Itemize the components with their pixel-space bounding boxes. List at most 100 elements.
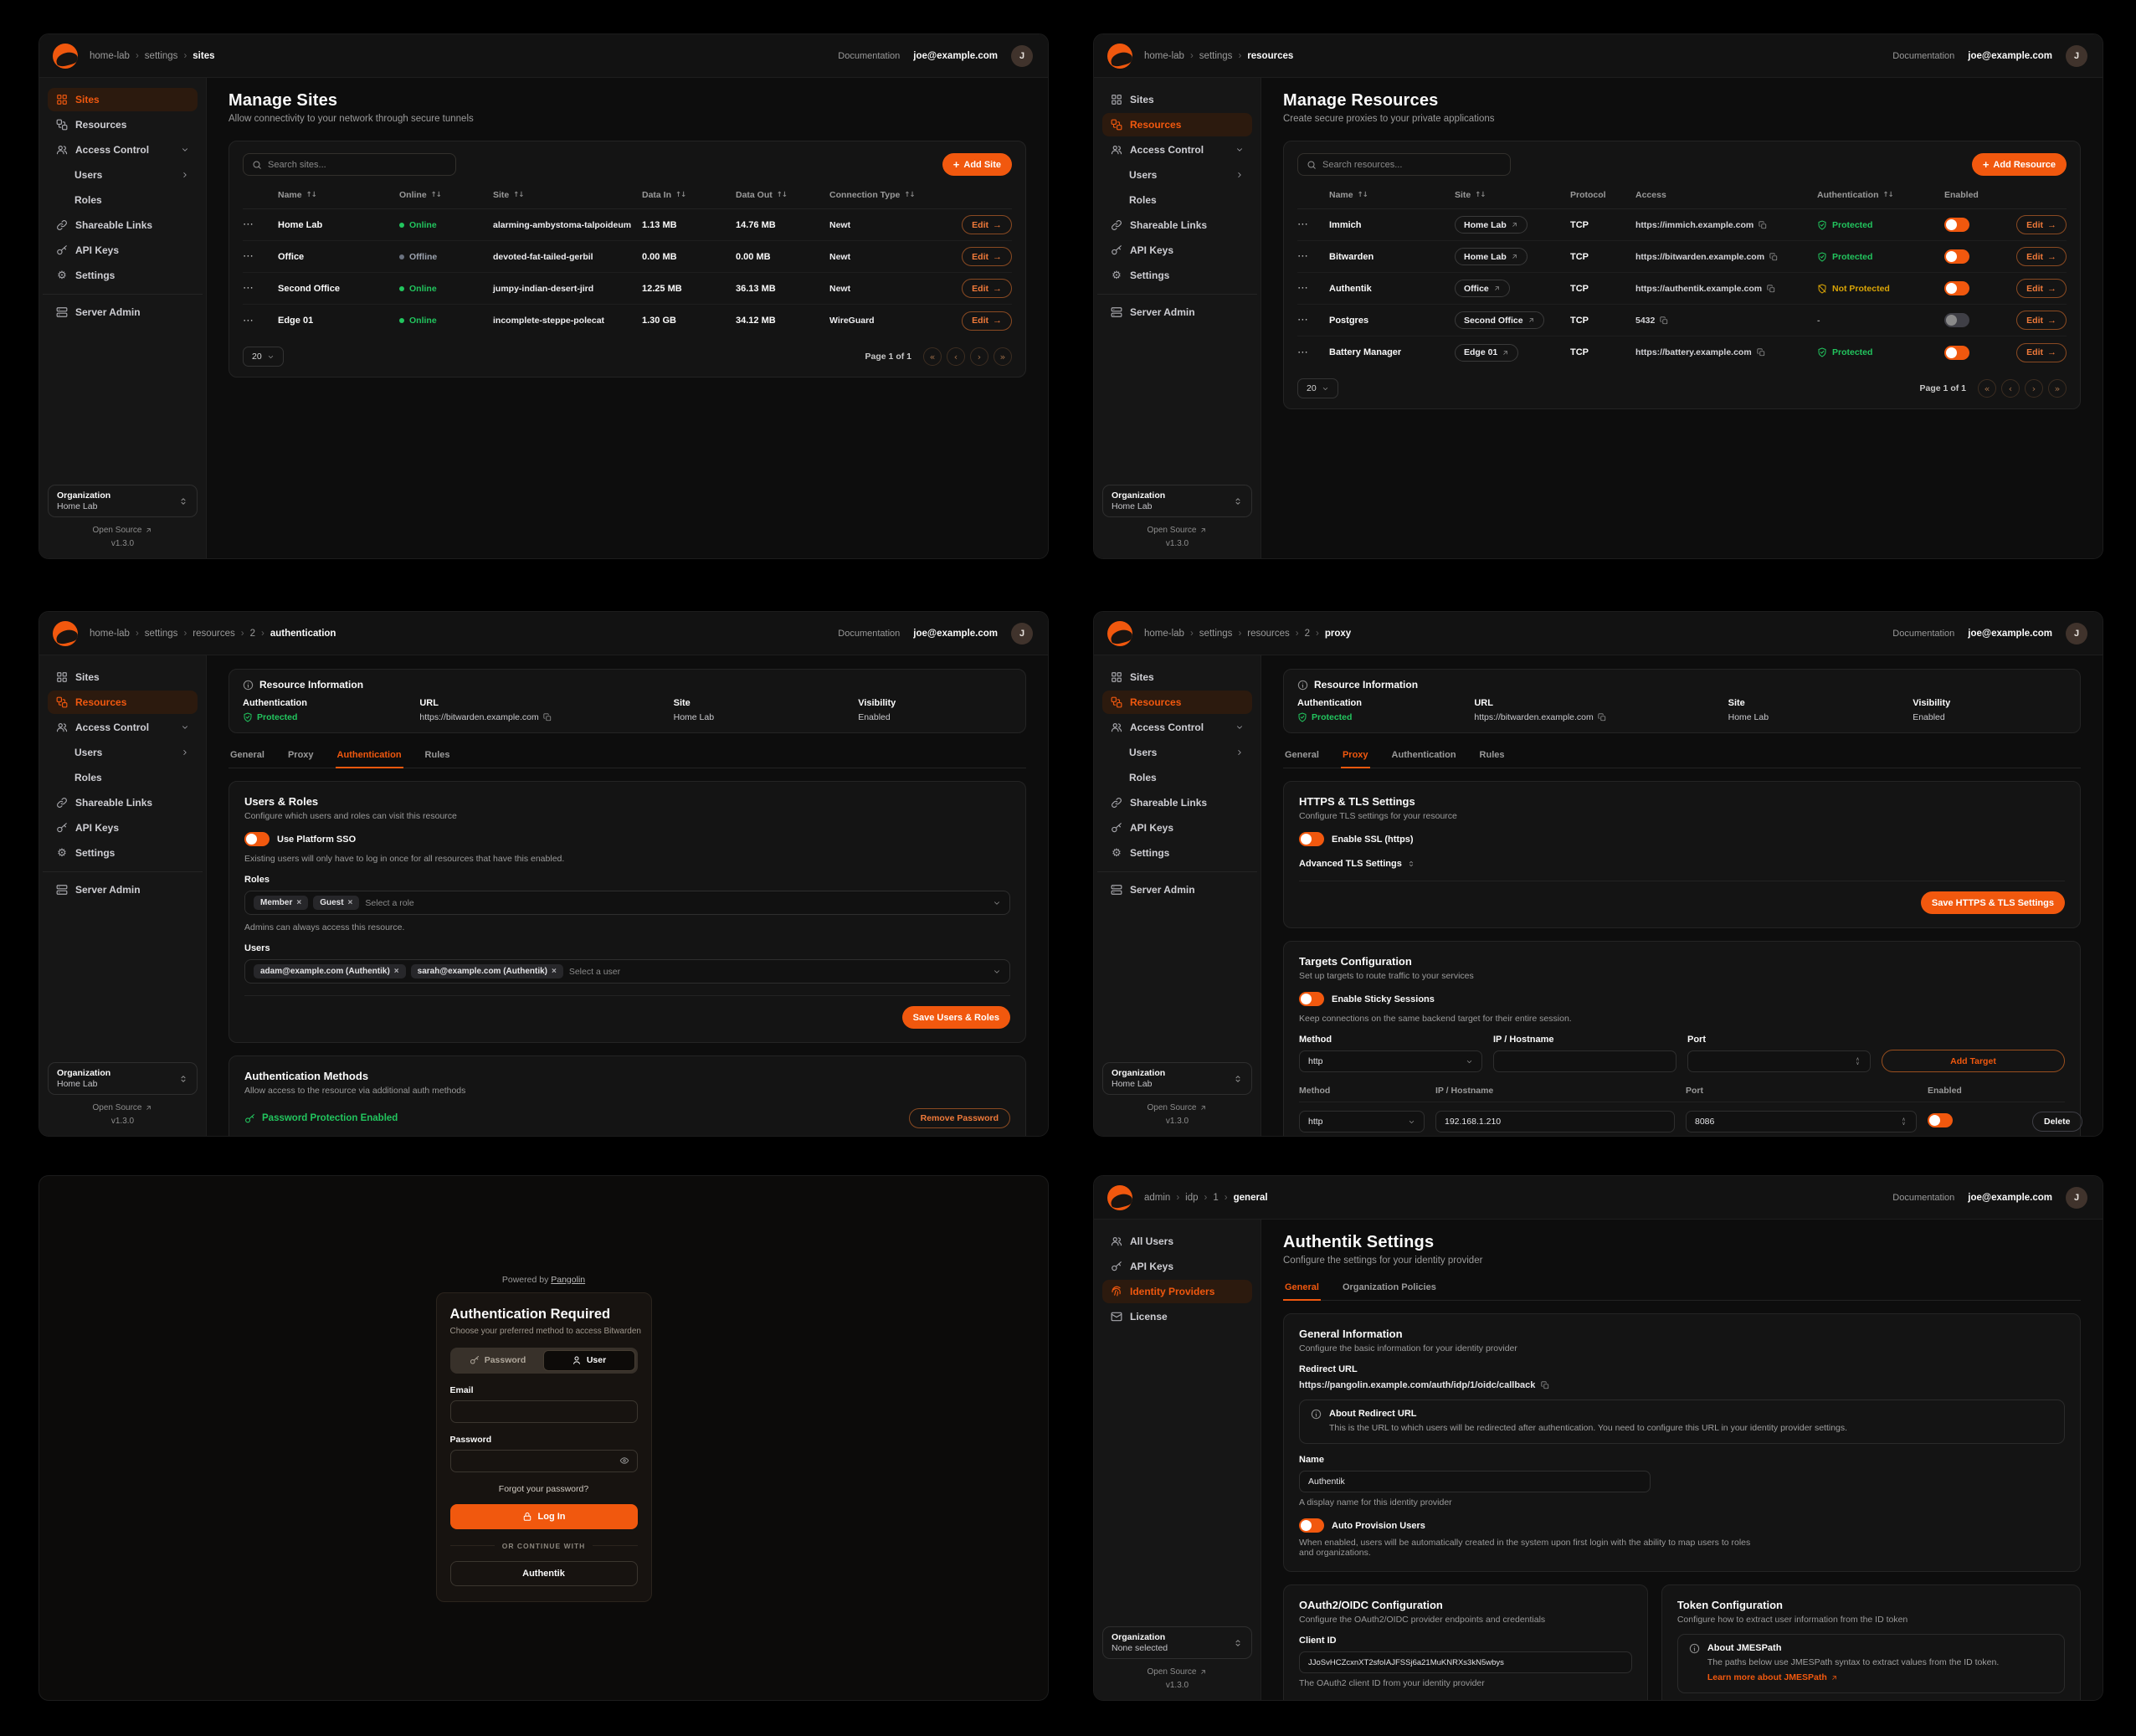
breadcrumb-item[interactable]: 2 [250, 629, 270, 639]
copy-icon[interactable] [1767, 285, 1775, 293]
sidebar-item[interactable]: Sites [1102, 665, 1252, 689]
sticky-sessions-toggle[interactable] [1299, 992, 1324, 1006]
breadcrumb-item[interactable]: home-lab [1144, 51, 1199, 61]
authentik-sso-button[interactable]: Authentik [450, 1561, 638, 1586]
next-page-button[interactable]: › [970, 347, 988, 366]
open-source-link[interactable]: Open Source [93, 1103, 153, 1112]
tab[interactable]: Proxy [286, 746, 316, 768]
sidebar-item[interactable]: Roles [1102, 188, 1252, 212]
sidebar-item[interactable]: Resources [1102, 113, 1252, 136]
remove-chip-icon[interactable]: × [296, 898, 301, 907]
sidebar-item[interactable]: Users [48, 163, 198, 187]
tab[interactable]: Authentication [1390, 746, 1458, 768]
sidebar-item[interactable]: Server Admin [1102, 878, 1252, 901]
prev-page-button[interactable]: ‹ [947, 347, 965, 366]
organization-selector[interactable]: OrganizationHome Lab [48, 485, 198, 517]
copy-icon[interactable] [1769, 253, 1778, 261]
sidebar-item[interactable]: Sites [48, 665, 198, 689]
auto-provision-toggle[interactable] [1299, 1518, 1324, 1533]
sort-icon[interactable]: ↑↓ [1358, 191, 1368, 199]
enabled-toggle[interactable] [1944, 346, 1969, 360]
forgot-password-link[interactable]: Forgot your password? [450, 1484, 638, 1494]
search-input[interactable] [1297, 153, 1511, 176]
search-input[interactable] [243, 153, 456, 176]
first-page-button[interactable]: « [923, 347, 942, 366]
row-menu-icon[interactable]: ⋯ [243, 315, 254, 327]
row-menu-icon[interactable]: ⋯ [1297, 314, 1309, 326]
enabled-toggle[interactable] [1944, 281, 1969, 295]
breadcrumb-item[interactable]: 1 [1213, 1193, 1233, 1203]
copy-icon[interactable] [1757, 348, 1765, 357]
edit-button[interactable]: Edit→ [2016, 279, 2067, 298]
sidebar-item[interactable]: ⚙ Settings [1102, 264, 1252, 287]
jmespath-docs-link[interactable]: Learn more about JMESPath [1707, 1672, 1838, 1682]
sidebar-item[interactable]: Shareable Links [48, 213, 198, 237]
copy-icon[interactable] [1759, 221, 1767, 229]
user-avatar[interactable]: J [1011, 45, 1033, 67]
user-chip[interactable]: sarah@example.com (Authentik)× [411, 964, 563, 978]
user-email[interactable]: joe@example.com [1968, 51, 2052, 61]
sidebar-item[interactable]: Roles [48, 766, 198, 789]
remove-password-button[interactable]: Remove Password [909, 1108, 1010, 1128]
breadcrumb-item[interactable]: settings [1199, 629, 1247, 639]
last-page-button[interactable]: » [994, 347, 1012, 366]
port-input[interactable]: ∧∨ [1687, 1050, 1871, 1072]
edit-button[interactable]: Edit→ [962, 279, 1012, 298]
organization-selector[interactable]: OrganizationHome Lab [1102, 1062, 1252, 1095]
sort-icon[interactable]: ↑↓ [306, 191, 316, 199]
site-link[interactable]: Home Lab [1455, 216, 1528, 234]
site-link[interactable]: Second Office [1455, 311, 1544, 329]
sidebar-item[interactable]: API Keys [1102, 239, 1252, 262]
roles-select[interactable]: Member×Guest× Select a role [244, 891, 1010, 915]
sidebar-item[interactable]: Identity Providers [1102, 1280, 1252, 1303]
sort-icon[interactable]: ↑↓ [675, 191, 685, 199]
sidebar-item[interactable]: Shareable Links [48, 791, 198, 814]
sidebar-item[interactable]: API Keys [48, 816, 198, 840]
next-page-button[interactable]: › [2025, 379, 2043, 398]
documentation-link[interactable]: Documentation [1892, 51, 1954, 61]
sidebar-item[interactable]: Access Control [48, 716, 198, 739]
enabled-toggle[interactable] [1944, 218, 1969, 232]
documentation-link[interactable]: Documentation [1892, 629, 1954, 639]
client-id-input[interactable] [1299, 1651, 1632, 1673]
method-select[interactable]: http [1299, 1050, 1482, 1072]
sort-icon[interactable]: ↑↓ [777, 191, 787, 199]
row-menu-icon[interactable]: ⋯ [1297, 282, 1309, 295]
tab[interactable]: Rules [1478, 746, 1507, 768]
pangolin-logo-icon[interactable] [1107, 621, 1132, 646]
sidebar-item[interactable]: Resources [48, 113, 198, 136]
breadcrumb-item[interactable]: settings [145, 629, 193, 639]
sidebar-item[interactable]: API Keys [48, 239, 198, 262]
sort-icon[interactable]: ↑↓ [904, 191, 914, 199]
name-input[interactable] [1299, 1471, 1651, 1492]
breadcrumb-item[interactable]: admin [1144, 1193, 1185, 1203]
enabled-toggle[interactable] [1944, 313, 1969, 327]
sidebar-item[interactable]: Shareable Links [1102, 791, 1252, 814]
sidebar-item[interactable]: ⚙ Settings [48, 841, 198, 865]
stepper-icon[interactable]: ∧∨ [1854, 1058, 1861, 1066]
tab[interactable]: Rules [424, 746, 452, 768]
open-source-link[interactable]: Open Source [1148, 1667, 1208, 1677]
organization-selector[interactable]: OrganizationNone selected [1102, 1626, 1252, 1659]
sidebar-item[interactable]: API Keys [1102, 816, 1252, 840]
sort-icon[interactable]: ↑↓ [513, 191, 523, 199]
sidebar-item[interactable]: Resources [48, 691, 198, 714]
user-avatar[interactable]: J [1011, 623, 1033, 645]
breadcrumb-item[interactable]: home-lab [90, 51, 145, 61]
user-avatar[interactable]: J [2066, 623, 2087, 645]
user-avatar[interactable]: J [2066, 1187, 2087, 1209]
user-email[interactable]: joe@example.com [1968, 629, 2052, 639]
email-field[interactable] [450, 1400, 638, 1423]
sidebar-item[interactable]: Shareable Links [1102, 213, 1252, 237]
edit-button[interactable]: Edit→ [2016, 311, 2067, 330]
breadcrumb-item[interactable]: home-lab [90, 629, 145, 639]
breadcrumb-item[interactable]: settings [1199, 51, 1247, 61]
breadcrumb-item[interactable]: idp [1185, 1193, 1213, 1203]
tab-user[interactable]: User [543, 1350, 635, 1371]
documentation-link[interactable]: Documentation [1892, 1193, 1954, 1203]
tab[interactable]: Organization Policies [1341, 1278, 1438, 1300]
sidebar-item[interactable]: Resources [1102, 691, 1252, 714]
first-page-button[interactable]: « [1978, 379, 1996, 398]
edit-button[interactable]: Edit→ [962, 247, 1012, 266]
open-source-link[interactable]: Open Source [1148, 526, 1208, 535]
